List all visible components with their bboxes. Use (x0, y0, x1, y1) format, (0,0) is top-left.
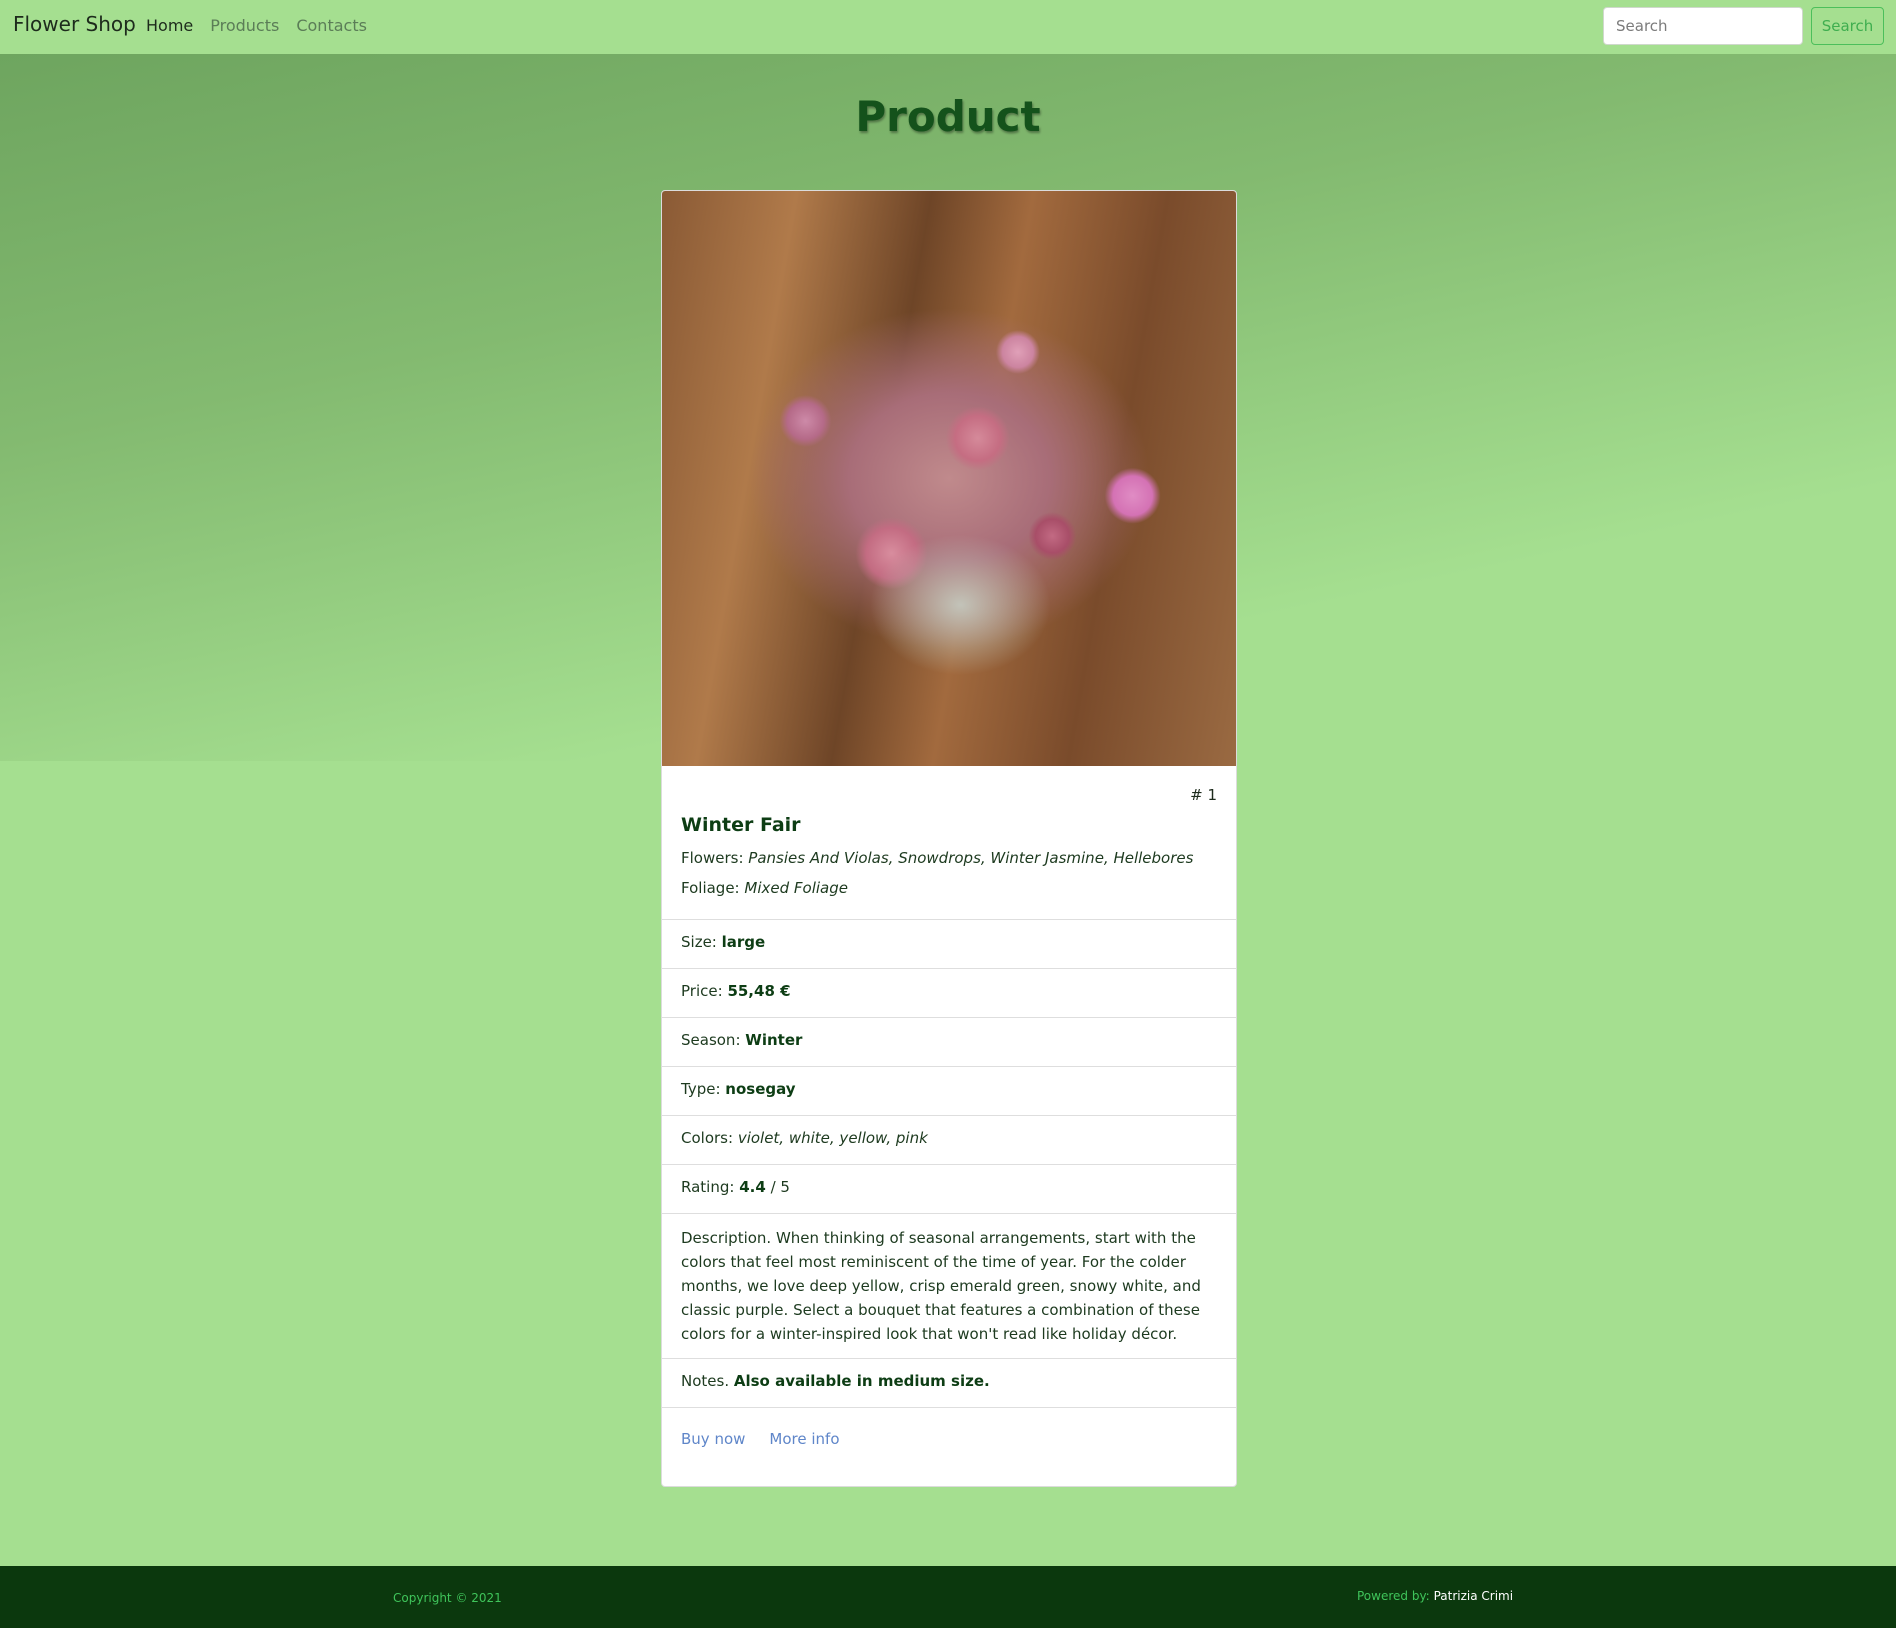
product-card: # 1 Winter Fair Flowers: Pansies And Vio… (661, 190, 1237, 1487)
product-name: Winter Fair (681, 814, 801, 836)
card-footer: Buy now More info (662, 1407, 1236, 1472)
navbar: Flower Shop Home Products Contacts Searc… (0, 0, 1896, 54)
notes-label: Notes. (681, 1372, 730, 1390)
type-row: Type: nosegay (662, 1066, 1236, 1115)
notes-row: Notes. Also available in medium size. (662, 1358, 1236, 1407)
powered-by: Powered by: Patrizia Crimi (1357, 1589, 1513, 1603)
brand-logo[interactable]: Flower Shop (13, 12, 136, 36)
colors-label: Colors: (681, 1129, 734, 1147)
flowers-value: Pansies And Violas, Snowdrops, Winter Ja… (748, 849, 1194, 867)
copyright-text: Copyright © 2021 (393, 1591, 502, 1605)
site-footer: Copyright © 2021 Powered by: Patrizia Cr… (0, 1566, 1896, 1628)
search-button[interactable]: Search (1811, 7, 1884, 45)
price-row: Price: 55,48 € (662, 968, 1236, 1017)
season-row: Season: Winter (662, 1017, 1236, 1066)
type-label: Type: (681, 1080, 721, 1098)
buy-now-link[interactable]: Buy now (681, 1430, 745, 1472)
size-label: Size: (681, 933, 717, 951)
rating-label: Rating: (681, 1178, 735, 1196)
price-label: Price: (681, 982, 723, 1000)
foliage-line: Foliage: Mixed Foliage (681, 879, 1217, 919)
size-value: large (721, 933, 766, 951)
season-value: Winter (745, 1031, 803, 1049)
nav-link-contacts[interactable]: Contacts (296, 16, 367, 35)
more-info-link[interactable]: More info (769, 1430, 839, 1472)
product-image (662, 191, 1236, 766)
foliage-value: Mixed Foliage (744, 879, 848, 897)
price-value: 55,48 € (727, 982, 791, 1000)
description-row: Description. When thinking of seasonal a… (662, 1213, 1236, 1358)
colors-row: Colors: violet, white, yellow, pink (662, 1115, 1236, 1164)
powered-by-name: Patrizia Crimi (1433, 1589, 1514, 1603)
nav-links: Home Products Contacts (146, 16, 367, 35)
notes-value: Also available in medium size. (733, 1372, 990, 1390)
flowers-label: Flowers: (681, 849, 744, 867)
foliage-label: Foliage: (681, 879, 740, 897)
colors-value: violet, white, yellow, pink (737, 1129, 928, 1147)
rating-value: 4.4 (739, 1178, 766, 1196)
powered-by-label: Powered by: (1357, 1589, 1430, 1603)
rating-suffix: / 5 (770, 1178, 790, 1196)
nav-link-home[interactable]: Home (146, 16, 193, 35)
size-row: Size: large (662, 919, 1236, 968)
page-title: Product (855, 92, 1041, 141)
search-input[interactable] (1603, 7, 1803, 45)
flowers-line: Flowers: Pansies And Violas, Snowdrops, … (681, 849, 1217, 867)
rating-row: Rating: 4.4 / 5 (662, 1164, 1236, 1213)
type-value: nosegay (725, 1080, 796, 1098)
season-label: Season: (681, 1031, 741, 1049)
product-number: # 1 (1190, 786, 1217, 804)
card-body: # 1 Winter Fair Flowers: Pansies And Vio… (662, 766, 1236, 919)
nav-link-products[interactable]: Products (210, 16, 279, 35)
